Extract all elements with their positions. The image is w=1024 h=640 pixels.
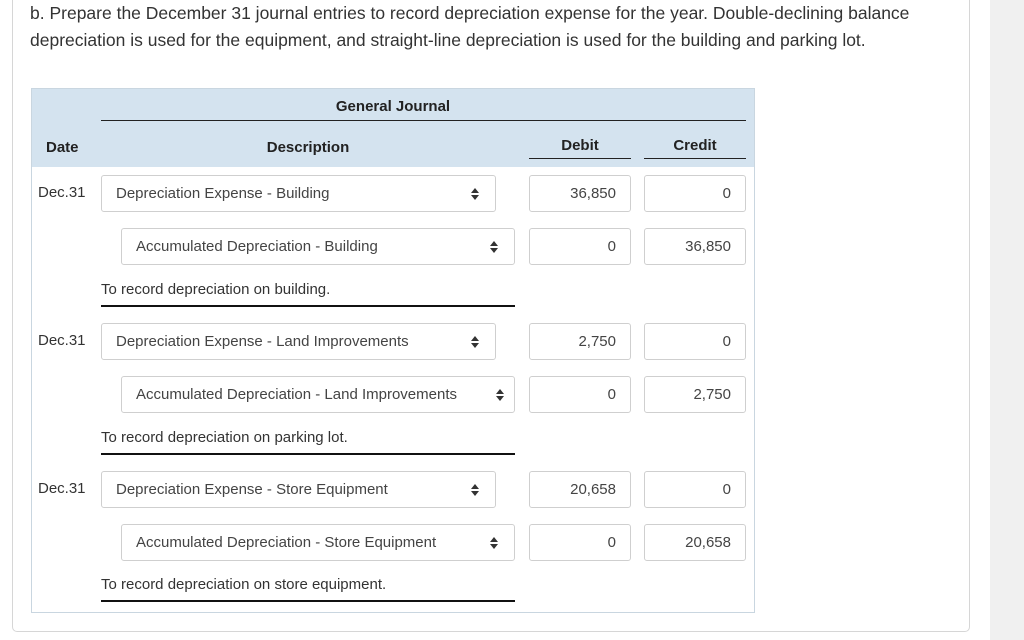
entry-date: Dec.31 — [38, 332, 86, 349]
credit-account-select[interactable]: Accumulated Depreciation - Building — [121, 228, 515, 265]
debit-account-select[interactable]: Depreciation Expense - Land Improvements — [101, 323, 496, 360]
entry-date: Dec.31 — [38, 480, 86, 497]
entry-date: Dec.31 — [38, 184, 86, 201]
debit-account-select[interactable]: Depreciation Expense - Building — [101, 175, 496, 212]
entry-memo: To record depreciation on parking lot. — [101, 429, 348, 446]
select-value: Accumulated Depreciation - Store Equipme… — [136, 534, 436, 551]
credit-account-select[interactable]: Accumulated Depreciation - Land Improvem… — [121, 376, 515, 413]
debit-amount-input[interactable]: 20,658 — [529, 471, 631, 508]
credit-amount-input[interactable]: 2,750 — [644, 376, 746, 413]
sort-arrows-icon — [471, 482, 479, 498]
debit-header-rule — [529, 158, 631, 159]
credit-amount-input[interactable]: 20,658 — [644, 524, 746, 561]
credit-header-rule — [644, 158, 746, 159]
sort-arrows-icon — [490, 535, 498, 551]
credit-amount-input[interactable]: 0 — [644, 175, 746, 212]
debit-amount-input[interactable]: 0 — [529, 228, 631, 265]
select-value: Depreciation Expense - Building — [116, 185, 329, 202]
select-value: Depreciation Expense - Store Equipment — [116, 481, 388, 498]
debit-amount-input[interactable]: 0 — [529, 376, 631, 413]
debit-amount-input[interactable]: 2,750 — [529, 323, 631, 360]
sort-arrows-icon — [496, 387, 504, 403]
credit-account-select[interactable]: Accumulated Depreciation - Store Equipme… — [121, 524, 515, 561]
table-header: General Journal Date Description Debit C… — [32, 89, 754, 167]
question-text: b. Prepare the December 31 journal entri… — [30, 0, 930, 54]
description-column-header: Description — [32, 139, 584, 156]
credit-amount-input[interactable]: 0 — [644, 471, 746, 508]
credit-column-header: Credit — [644, 137, 746, 154]
memo-underline — [101, 453, 515, 455]
select-value: Accumulated Depreciation - Land Improvem… — [136, 386, 457, 403]
debit-amount-input[interactable]: 0 — [529, 524, 631, 561]
memo-underline — [101, 600, 515, 602]
general-journal-table: General Journal Date Description Debit C… — [31, 88, 755, 613]
title-divider — [101, 120, 746, 121]
debit-account-select[interactable]: Depreciation Expense - Store Equipment — [101, 471, 496, 508]
debit-column-header: Debit — [529, 137, 631, 154]
sort-arrows-icon — [471, 186, 479, 202]
sort-arrows-icon — [471, 334, 479, 350]
debit-amount-input[interactable]: 36,850 — [529, 175, 631, 212]
scrollbar-track[interactable] — [990, 0, 1024, 640]
sort-arrows-icon — [490, 239, 498, 255]
credit-amount-input[interactable]: 36,850 — [644, 228, 746, 265]
select-value: Depreciation Expense - Land Improvements — [116, 333, 409, 350]
memo-underline — [101, 305, 515, 307]
entry-memo: To record depreciation on store equipmen… — [101, 576, 386, 593]
credit-amount-input[interactable]: 0 — [644, 323, 746, 360]
journal-title: General Journal — [32, 98, 754, 115]
select-value: Accumulated Depreciation - Building — [136, 238, 378, 255]
entry-memo: To record depreciation on building. — [101, 281, 330, 298]
